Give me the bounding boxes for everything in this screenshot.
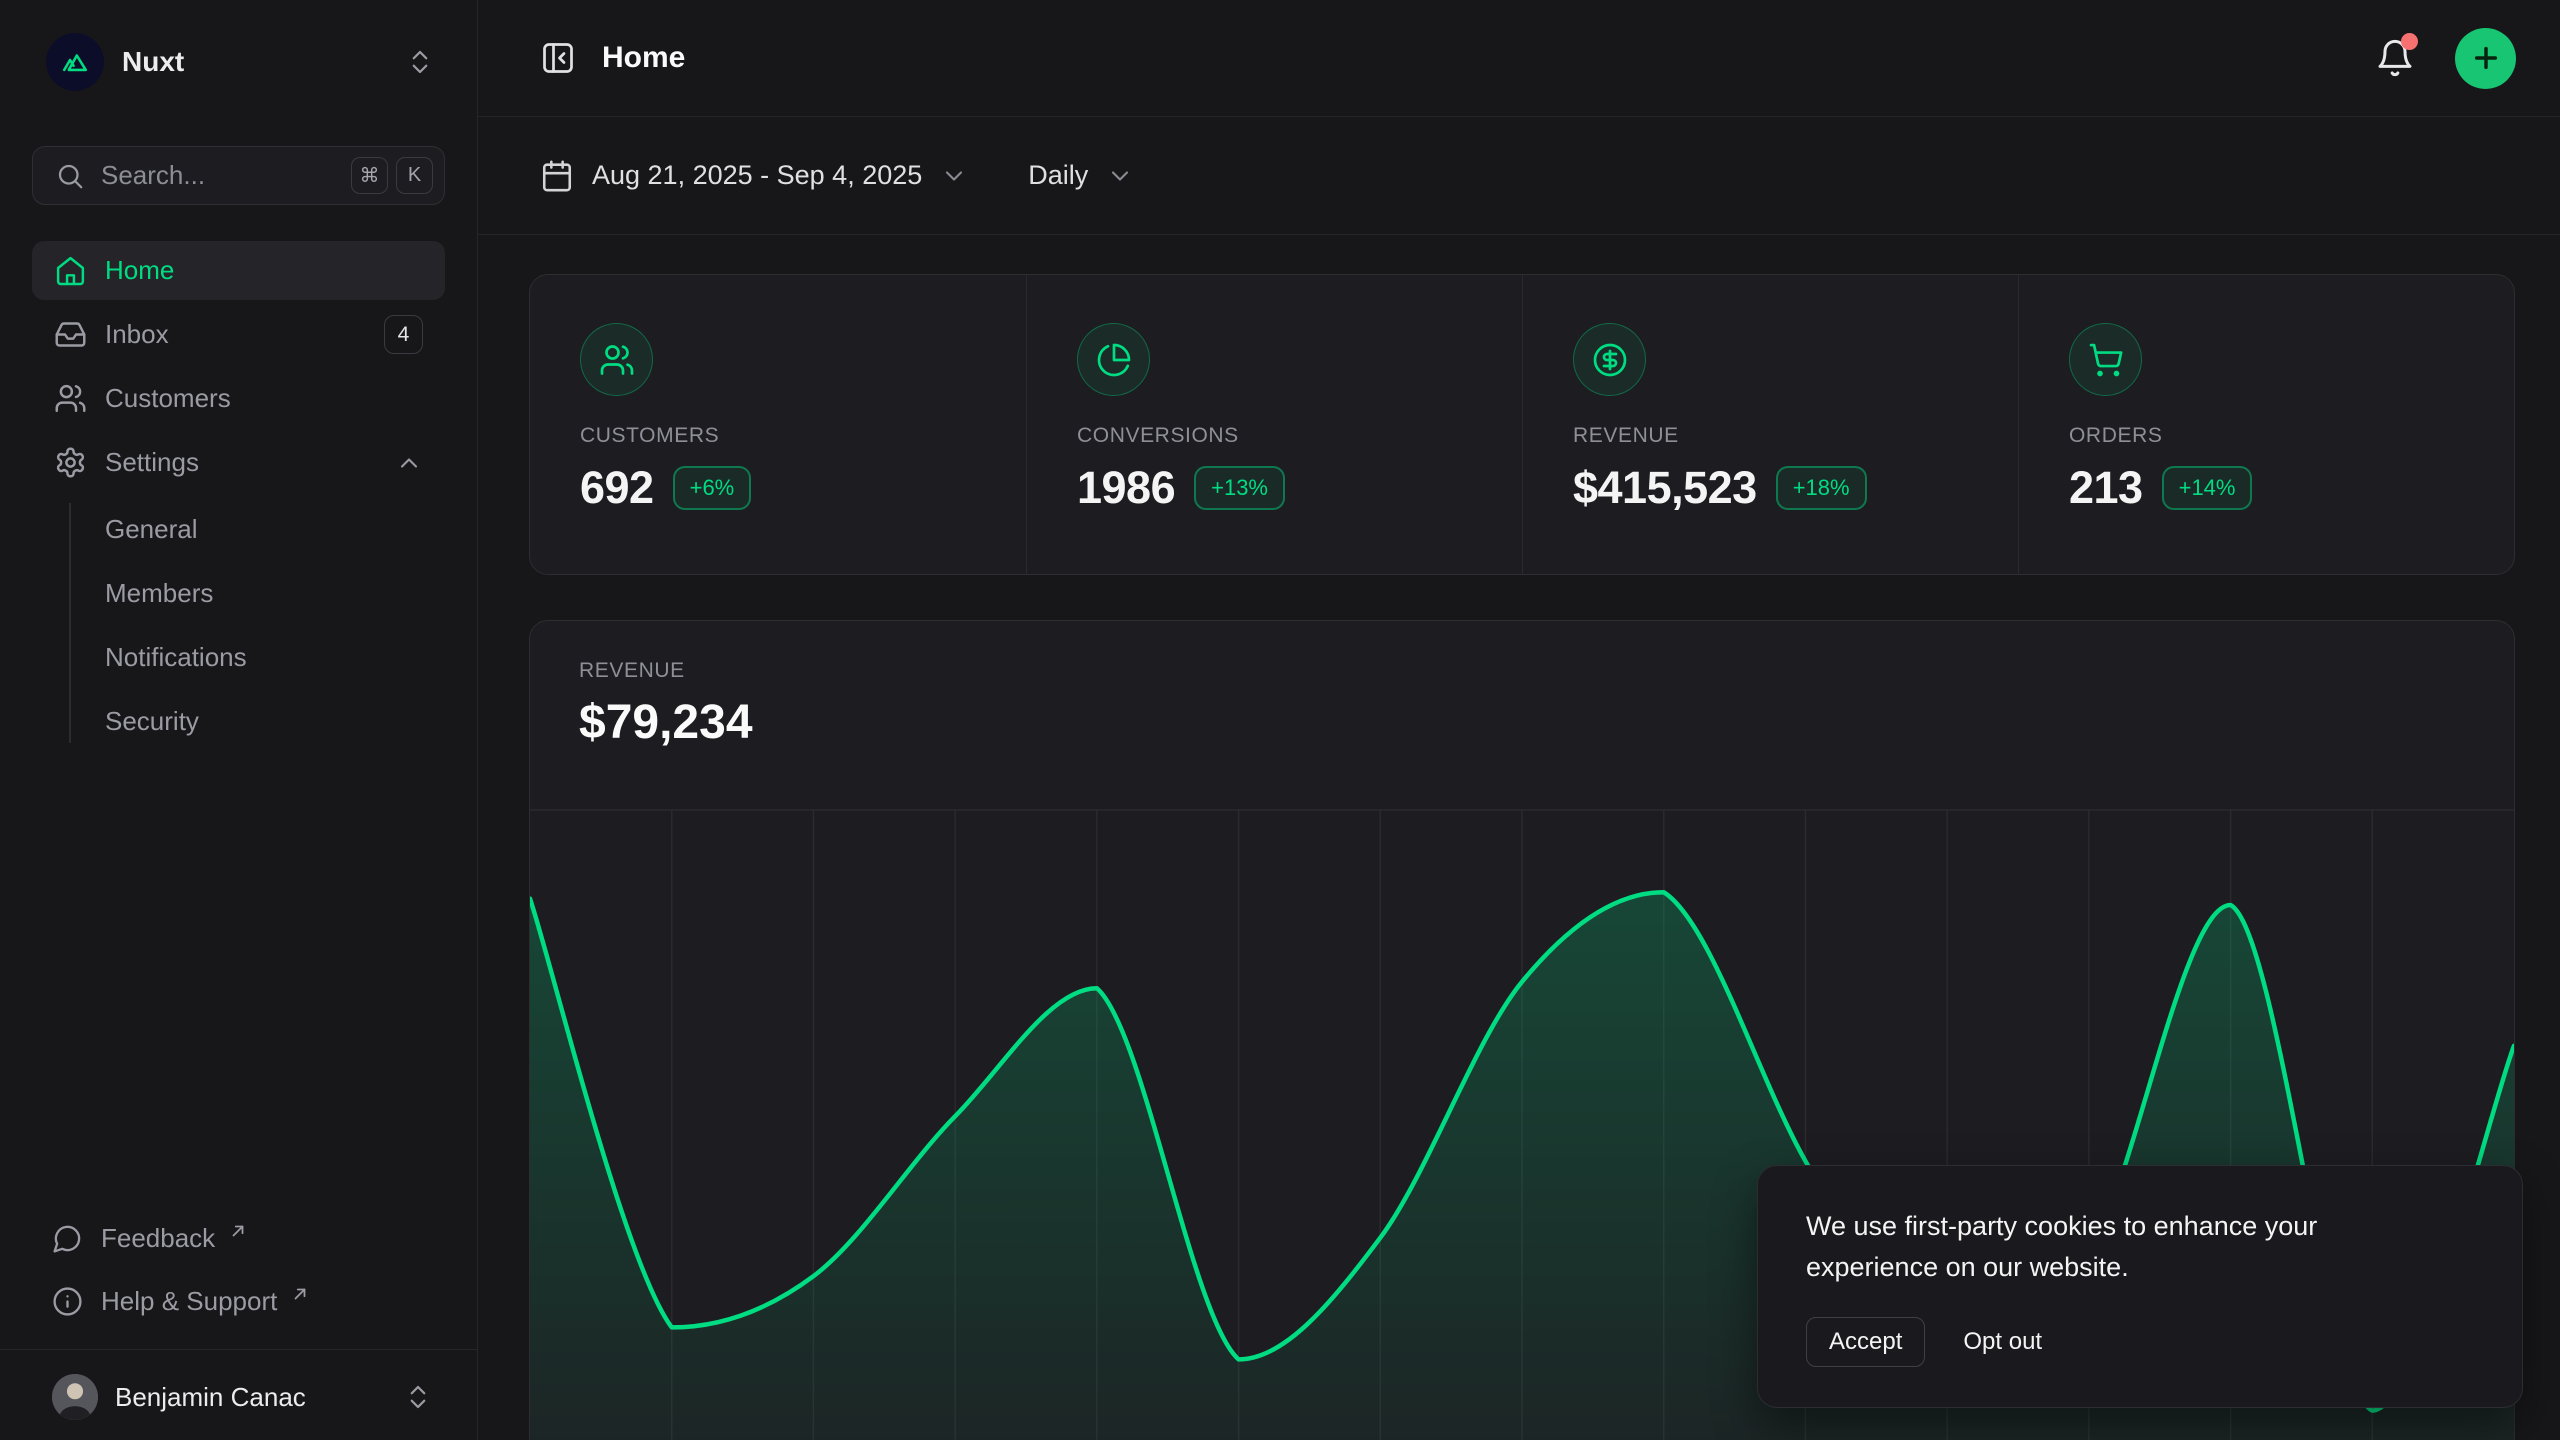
sidebar-nav: Home Inbox 4 Customers <box>32 241 445 753</box>
search-placeholder: Search... <box>101 160 205 191</box>
stat-delta-badge: +6% <box>673 466 752 510</box>
page-title: Home <box>602 41 685 75</box>
search-shortcut: ⌘ K <box>351 157 433 194</box>
users-icon <box>54 382 87 415</box>
subnav-guide-line <box>69 503 71 743</box>
header-actions <box>2375 28 2516 89</box>
revenue-label: REVENUE <box>579 659 2465 683</box>
cookie-message: We use first-party cookies to enhance yo… <box>1806 1206 2406 1287</box>
chevrons-up-down-icon <box>403 1382 433 1412</box>
team-selector[interactable]: Nuxt <box>32 30 445 94</box>
sidebar-footer: Feedback Help & Support <box>32 1207 445 1440</box>
date-range-label: Aug 21, 2025 - Sep 4, 2025 <box>592 160 922 191</box>
shopping-cart-icon <box>2069 323 2142 396</box>
sidebar-collapse-button[interactable] <box>540 40 576 76</box>
pie-chart-icon <box>1077 323 1150 396</box>
stats-row: CUSTOMERS 692 +6% CONVERSIONS 1986 <box>529 274 2515 575</box>
stat-value: 213 <box>2069 462 2143 514</box>
granularity-select[interactable]: Daily <box>1028 160 1134 191</box>
sidebar-item-security[interactable]: Security <box>32 689 445 753</box>
users-icon <box>580 323 653 396</box>
calendar-icon <box>540 159 574 193</box>
nuxt-logo-icon <box>46 33 104 91</box>
sidebar-item-label: Customers <box>105 383 231 414</box>
sidebar-item-label: Settings <box>105 447 199 478</box>
sub-item-label: Members <box>105 578 213 609</box>
sub-item-label: Security <box>105 706 199 737</box>
inbox-icon <box>54 318 87 351</box>
stat-card-orders[interactable]: ORDERS 213 +14% <box>2018 275 2514 574</box>
kbd-command: ⌘ <box>351 157 388 194</box>
home-icon <box>54 254 87 287</box>
user-section: Benjamin Canac <box>0 1349 477 1440</box>
user-name: Benjamin Canac <box>115 1382 306 1413</box>
side-link-label: Feedback <box>101 1223 215 1254</box>
avatar <box>52 1374 98 1420</box>
message-bubble-icon <box>52 1223 83 1254</box>
accept-button[interactable]: Accept <box>1806 1317 1925 1367</box>
user-menu[interactable]: Benjamin Canac <box>32 1360 445 1434</box>
stat-value: 692 <box>580 462 654 514</box>
cookie-banner: We use first-party cookies to enhance yo… <box>1757 1165 2523 1408</box>
notifications-button[interactable] <box>2375 38 2415 78</box>
sidebar-item-home[interactable]: Home <box>32 241 445 300</box>
revenue-value: $79,234 <box>579 695 2465 750</box>
stat-value: 1986 <box>1077 462 1175 514</box>
page-header: Home <box>478 0 2560 117</box>
chevrons-up-down-icon <box>405 47 435 77</box>
external-link-arrow-icon <box>291 1285 309 1303</box>
sidebar-item-settings[interactable]: Settings <box>32 433 445 492</box>
stat-label: CUSTOMERS <box>580 424 976 448</box>
sidebar: Nuxt Search... ⌘ K Home <box>0 0 478 1440</box>
cookie-actions: Accept Opt out <box>1806 1317 2474 1367</box>
settings-subnav: General Members Notifications Security <box>32 497 445 753</box>
chevron-down-icon <box>940 162 968 190</box>
sidebar-item-notifications[interactable]: Notifications <box>32 625 445 689</box>
search-icon <box>55 161 85 191</box>
circle-dollar-icon <box>1573 323 1646 396</box>
sidebar-item-label: Home <box>105 255 174 286</box>
add-button[interactable] <box>2455 28 2516 89</box>
info-circle-icon <box>52 1286 83 1317</box>
feedback-link[interactable]: Feedback <box>32 1207 445 1270</box>
side-link-label: Help & Support <box>101 1286 277 1317</box>
kbd-k: K <box>396 157 433 194</box>
stat-label: REVENUE <box>1573 424 1968 448</box>
stat-card-customers[interactable]: CUSTOMERS 692 +6% <box>530 275 1026 574</box>
sidebar-item-label: Inbox <box>105 319 169 350</box>
chevron-down-icon <box>1106 162 1134 190</box>
notification-dot <box>2401 33 2418 50</box>
external-link-arrow-icon <box>229 1222 247 1240</box>
search-input[interactable]: Search... ⌘ K <box>32 146 445 205</box>
stat-value: $415,523 <box>1573 462 1757 514</box>
sub-item-label: Notifications <box>105 642 247 673</box>
inbox-count-badge: 4 <box>384 315 423 354</box>
granularity-label: Daily <box>1028 160 1088 191</box>
dashboard-app: Nuxt Search... ⌘ K Home <box>0 0 2560 1440</box>
chevron-up-icon <box>395 449 423 477</box>
stat-label: ORDERS <box>2069 424 2464 448</box>
help-support-link[interactable]: Help & Support <box>32 1270 445 1333</box>
stat-delta-badge: +13% <box>1194 466 1285 510</box>
sidebar-item-members[interactable]: Members <box>32 561 445 625</box>
revenue-panel-header: REVENUE $79,234 <box>530 621 2514 750</box>
sub-item-label: General <box>105 514 198 545</box>
sidebar-item-general[interactable]: General <box>32 497 445 561</box>
gear-icon <box>54 446 87 479</box>
stat-delta-badge: +14% <box>2162 466 2253 510</box>
stat-card-conversions[interactable]: CONVERSIONS 1986 +13% <box>1026 275 1522 574</box>
toolbar: Aug 21, 2025 - Sep 4, 2025 Daily <box>478 117 2560 235</box>
sidebar-item-inbox[interactable]: Inbox 4 <box>32 305 445 364</box>
sidebar-item-customers[interactable]: Customers <box>32 369 445 428</box>
team-name: Nuxt <box>122 46 184 78</box>
opt-out-button[interactable]: Opt out <box>1963 1328 2042 1356</box>
stat-card-revenue[interactable]: REVENUE $415,523 +18% <box>1522 275 2018 574</box>
date-range-picker[interactable]: Aug 21, 2025 - Sep 4, 2025 <box>540 159 968 193</box>
stat-label: CONVERSIONS <box>1077 424 1472 448</box>
stat-delta-badge: +18% <box>1776 466 1867 510</box>
plus-icon <box>2470 42 2502 74</box>
